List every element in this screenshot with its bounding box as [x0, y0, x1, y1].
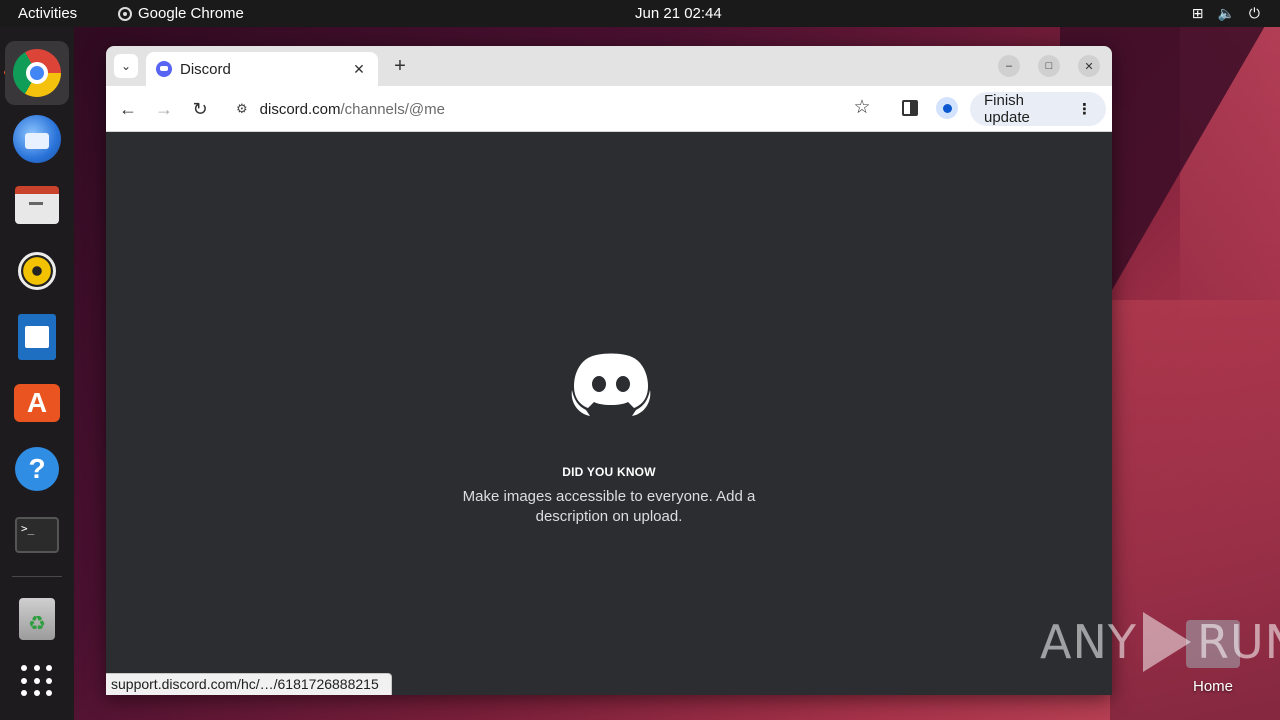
home-folder-label[interactable]: Home: [1186, 678, 1240, 695]
chrome-icon: [13, 49, 61, 97]
forward-button[interactable]: →: [151, 96, 177, 122]
dock-app-center[interactable]: A: [5, 371, 69, 435]
bookmark-star-icon[interactable]: ☆: [849, 96, 875, 119]
dock-rhythmbox[interactable]: [5, 239, 69, 303]
app-menu[interactable]: Google Chrome: [118, 5, 244, 22]
dock-writer[interactable]: [5, 305, 69, 369]
help-icon: ?: [15, 447, 59, 491]
tab-strip: ⌄ Discord ✕ + – □ ✕: [106, 46, 1112, 86]
site-settings-icon[interactable]: ⚙: [236, 101, 248, 117]
dock: A ? >_ ♻: [0, 27, 74, 720]
dock-separator: [12, 576, 62, 577]
dock-files[interactable]: [5, 173, 69, 237]
watermark-left: ANY: [1040, 615, 1137, 669]
chrome-small-icon: [118, 6, 132, 21]
reload-button[interactable]: ↻: [187, 96, 213, 122]
activities-button[interactable]: Activities: [18, 5, 77, 22]
discord-favicon-icon: [156, 61, 172, 77]
finish-update-label: Finish update: [984, 92, 1030, 126]
chevron-down-icon: ⌄: [120, 59, 132, 73]
arrow-right-icon: →: [155, 98, 173, 119]
did-you-know-tip: Make images accessible to everyone. Add …: [462, 488, 756, 525]
clock[interactable]: Jun 21 02:44: [635, 5, 722, 22]
discord-logo-icon: [571, 353, 651, 416]
back-button[interactable]: ←: [115, 96, 141, 122]
reload-icon: ↻: [192, 98, 208, 119]
url-host: discord.com: [259, 100, 341, 118]
finish-update-button[interactable]: Finish update ⋮: [970, 92, 1106, 126]
volume-icon: 🔈: [1217, 5, 1235, 21]
minimize-icon: –: [1005, 60, 1013, 72]
trash-icon: ♻: [19, 598, 55, 640]
arrow-left-icon: ←: [119, 98, 137, 119]
close-tab-icon[interactable]: ✕: [350, 61, 368, 78]
new-tab-button[interactable]: +: [388, 54, 412, 78]
network-icon: ⊞: [1191, 5, 1204, 21]
play-icon: [1142, 612, 1191, 672]
watermark-right: RUN: [1196, 615, 1280, 669]
app-center-icon: A: [14, 384, 60, 422]
close-window-button[interactable]: ✕: [1078, 55, 1100, 77]
app-menu-label: Google Chrome: [138, 5, 244, 22]
tab-title: Discord: [180, 60, 231, 78]
dock-chrome[interactable]: [5, 41, 69, 105]
files-icon: [15, 186, 59, 224]
writer-icon: [18, 314, 56, 360]
thunderbird-icon: [13, 115, 61, 163]
rhythmbox-icon: [18, 252, 56, 290]
close-icon: ✕: [1084, 60, 1094, 73]
side-panel-icon[interactable]: [902, 100, 918, 116]
link-status-bubble: support.discord.com/hc/…/6181726888215: [106, 673, 392, 695]
minimize-button[interactable]: –: [998, 55, 1020, 77]
tab-search-button[interactable]: ⌄: [114, 54, 138, 78]
url-path: /channels/@me: [340, 100, 445, 118]
dock-terminal[interactable]: >_: [5, 503, 69, 567]
did-you-know-title: DID YOU KNOW: [562, 465, 656, 479]
kebab-menu-icon: ⋮: [1077, 101, 1092, 118]
terminal-icon: >_: [15, 517, 59, 553]
power-icon: ⏻: [1248, 5, 1260, 21]
maximize-button[interactable]: □: [1038, 55, 1060, 77]
dock-show-apps[interactable]: [5, 649, 69, 713]
discord-loading-screen: DID YOU KNOW Make images accessible to e…: [106, 133, 1112, 695]
address-bar[interactable]: ⚙ discord.com/channels/@me: [224, 92, 884, 126]
show-apps-icon: [21, 665, 53, 697]
tab-discord[interactable]: Discord ✕: [146, 52, 378, 86]
dock-help[interactable]: ?: [5, 437, 69, 501]
browser-window: ⌄ Discord ✕ + – □ ✕ ← → ↻ ⚙ discord.com /…: [106, 46, 1112, 695]
maximize-icon: □: [1045, 60, 1053, 72]
anyrun-watermark: ANY RUN: [1040, 612, 1280, 672]
profile-avatar-icon[interactable]: [936, 97, 958, 119]
browser-toolbar: ← → ↻ ⚙ discord.com/channels/@me ☆ Finis…: [106, 86, 1112, 132]
dock-trash[interactable]: ♻: [5, 587, 69, 651]
dock-thunderbird[interactable]: [5, 107, 69, 171]
system-tray[interactable]: ⊞ 🔈 ⏻: [1192, 5, 1260, 22]
top-bar: Activities Google Chrome Jun 21 02:44 ⊞ …: [0, 0, 1280, 27]
